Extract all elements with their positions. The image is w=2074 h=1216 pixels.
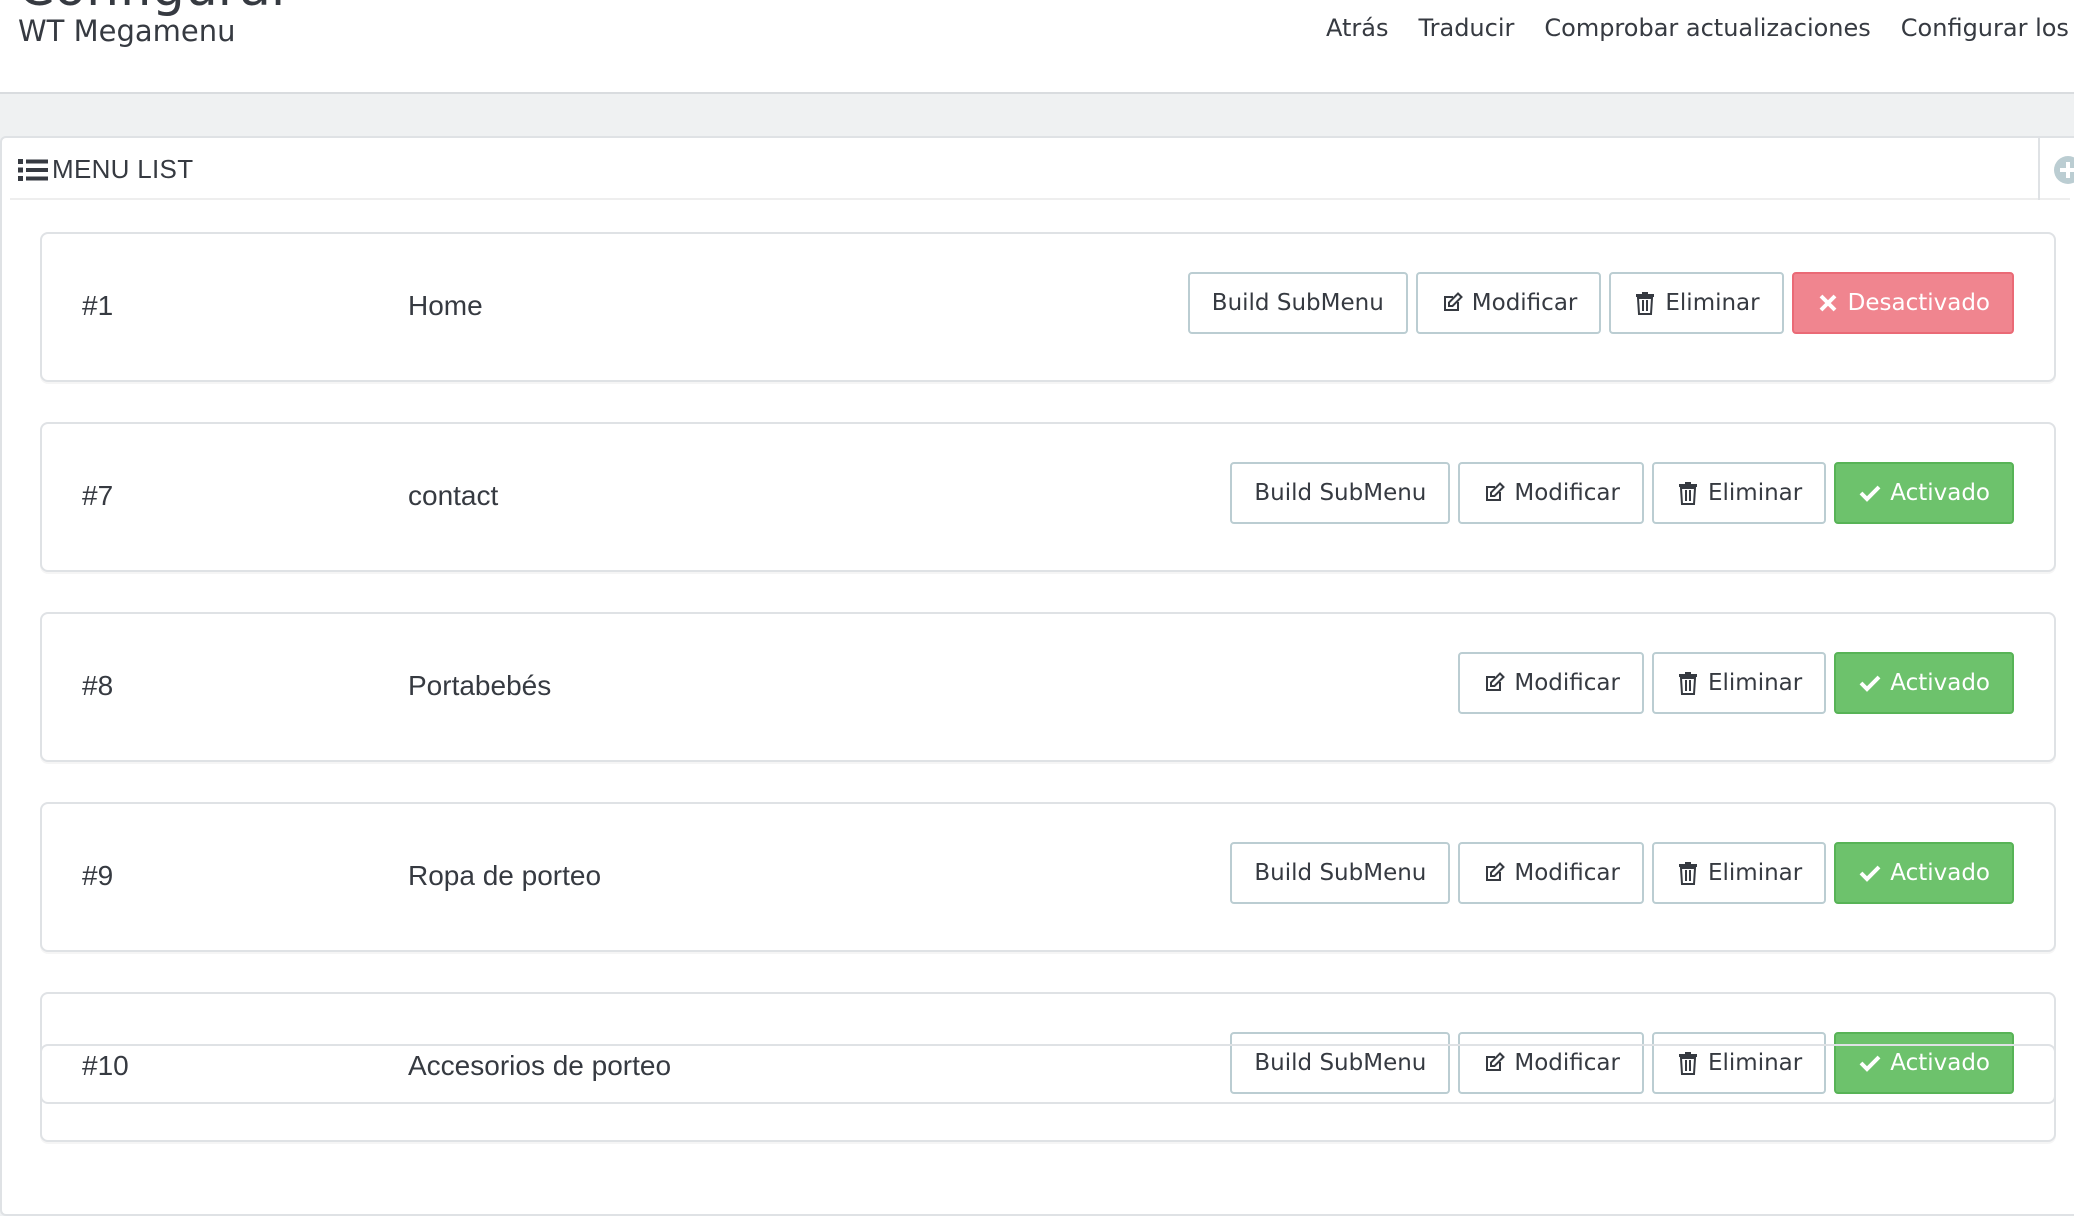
check-icon [1859,485,1881,502]
plus-circle-icon [2054,156,2074,184]
delete-button[interactable]: Eliminar [1651,652,1827,714]
modify-button[interactable]: Modificar [1458,462,1644,524]
page-title: Configurar [18,0,292,14]
panel-heading: MENU LIST [10,138,2070,200]
page-header: Configurar WT Megamenu Atrás Traducir Co… [0,0,2074,94]
status-toggle-button[interactable]: Activado [1834,652,2014,714]
status-toggle-button[interactable]: Desactivado [1791,272,2014,334]
modify-label: Modificar [1471,290,1578,316]
row-actions: Modificar Eliminar Activado [1458,652,2014,714]
edit-icon [1486,862,1506,881]
menu-name: Portabebés [408,670,552,701]
menu-row: #8 Portabebés Modificar Eliminar Activado [40,612,2056,762]
module-name: WT Megamenu [18,14,236,48]
modify-label: Modificar [1514,860,1620,886]
modify-label: Modificar [1514,670,1620,696]
menu-row-partial [40,1044,2056,1104]
build-submenu-button[interactable]: Build SubMenu [1187,272,1408,334]
delete-label: Eliminar [1707,480,1803,506]
menu-row: #7 contact Build SubMenu Modificar Eliminar A… [40,422,2056,572]
edit-icon [1486,482,1506,501]
trash-icon [1636,292,1655,315]
toolbar-back-link[interactable]: Atrás [1326,14,1388,42]
edit-icon [1486,672,1506,691]
status-label: Activado [1890,670,1990,696]
modify-button[interactable]: Modificar [1458,842,1644,904]
status-toggle-button[interactable]: Activado [1834,842,2014,904]
menu-name: Home [408,290,483,321]
menu-row: #1 Home Build SubMenu Modificar Eliminar Desa… [40,232,2056,382]
toolbar: Atrás Traducir Comprobar actualizaciones… [1326,14,2074,42]
row-actions: Build SubMenu Modificar Eliminar Desactivad… [1187,272,2014,334]
modify-label: Modificar [1514,480,1620,506]
panel-title-text: MENU LIST [52,154,194,184]
edit-icon [1443,292,1463,311]
delete-label: Eliminar [1707,670,1803,696]
list-icon [18,158,48,181]
menu-row: #9 Ropa de porteo Build SubMenu Modificar El… [40,802,2056,952]
trash-icon [1678,482,1697,505]
trash-icon [1678,672,1697,695]
status-label: Activado [1890,860,1990,886]
trash-icon [1678,862,1697,885]
modify-button[interactable]: Modificar [1458,652,1644,714]
check-icon [1859,865,1881,882]
toolbar-translate-link[interactable]: Traducir [1418,14,1514,42]
row-actions: Build SubMenu Modificar Eliminar Activado [1230,842,2014,904]
build-submenu-label: Build SubMenu [1254,860,1427,886]
check-icon [1859,675,1881,692]
menu-id: #9 [82,860,114,891]
close-icon [1819,294,1837,312]
delete-button[interactable]: Eliminar [1651,462,1827,524]
toolbar-check-updates-link[interactable]: Comprobar actualizaciones [1544,14,1870,42]
status-toggle-button[interactable]: Activado [1834,462,2014,524]
build-submenu-label: Build SubMenu [1254,480,1427,506]
menu-name: contact [408,480,499,511]
menu-id: #1 [82,290,114,321]
toolbar-configure-hooks-link[interactable]: Configurar los hoo [1901,14,2074,42]
build-submenu-label: Build SubMenu [1211,290,1384,316]
delete-label: Eliminar [1707,860,1803,886]
menu-id: #7 [82,480,114,511]
panel-title: MENU LIST [18,154,193,185]
build-submenu-button[interactable]: Build SubMenu [1230,462,1451,524]
build-submenu-button[interactable]: Build SubMenu [1230,842,1451,904]
menu-name: Ropa de porteo [408,860,602,891]
status-label: Desactivado [1847,290,1990,316]
delete-label: Eliminar [1665,290,1760,316]
modify-button[interactable]: Modificar [1415,272,1602,334]
delete-button[interactable]: Eliminar [1651,842,1827,904]
menu-id: #8 [82,670,114,701]
delete-button[interactable]: Eliminar [1609,272,1784,334]
row-actions: Build SubMenu Modificar Eliminar Activado [1230,462,2014,524]
status-label: Activado [1890,480,1990,506]
add-menu-button[interactable] [2038,138,2074,200]
